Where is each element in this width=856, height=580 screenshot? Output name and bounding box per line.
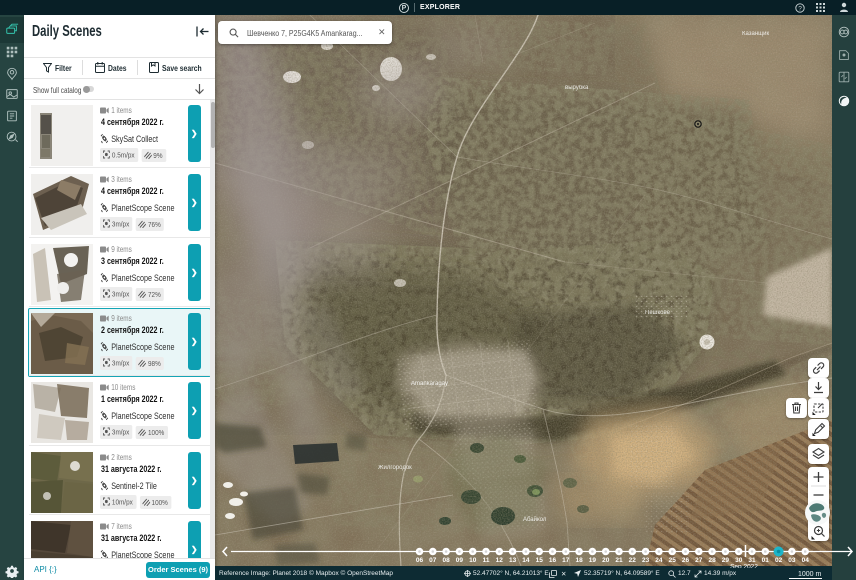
- svg-text:08: 08: [442, 557, 450, 564]
- svg-text:22: 22: [629, 557, 637, 564]
- svg-text:?: ?: [798, 5, 802, 12]
- svg-text:14: 14: [522, 557, 530, 564]
- svg-text:12: 12: [496, 557, 504, 564]
- svg-text:Абайкол: Абайкол: [523, 516, 547, 523]
- svg-text:16: 16: [549, 557, 557, 564]
- svg-text:06: 06: [416, 557, 424, 564]
- svg-text:01: 01: [762, 557, 770, 564]
- svg-text:26: 26: [682, 557, 690, 564]
- svg-text:10: 10: [469, 557, 477, 564]
- svg-text:29: 29: [722, 557, 730, 564]
- svg-text:27: 27: [695, 557, 703, 564]
- svg-text:вырубка: вырубка: [565, 85, 589, 91]
- svg-text:15: 15: [536, 557, 544, 564]
- svg-text:18: 18: [575, 557, 583, 564]
- svg-text:Amankaragay: Amankaragay: [411, 381, 448, 387]
- svg-text:03: 03: [788, 557, 796, 564]
- svg-text:19: 19: [589, 557, 597, 564]
- svg-text:Sep 2022: Sep 2022: [730, 564, 758, 569]
- svg-text:09: 09: [456, 557, 464, 564]
- svg-text:25: 25: [669, 557, 677, 564]
- svg-text:02: 02: [775, 557, 783, 564]
- svg-text:24: 24: [655, 557, 663, 564]
- svg-text:Пешкове: Пешкове: [645, 310, 671, 316]
- svg-text:28: 28: [708, 557, 716, 564]
- svg-text:13: 13: [509, 557, 517, 564]
- svg-text:Жилгородок: Жилгородок: [378, 465, 412, 471]
- svg-text:17: 17: [562, 557, 570, 564]
- svg-text:11: 11: [483, 557, 490, 564]
- svg-text:04: 04: [802, 557, 810, 564]
- svg-text:Казанщик: Казанщик: [742, 31, 769, 37]
- svg-text:20: 20: [602, 557, 610, 564]
- svg-text:21: 21: [615, 557, 623, 564]
- svg-text:07: 07: [429, 557, 437, 564]
- svg-text:23: 23: [642, 557, 650, 564]
